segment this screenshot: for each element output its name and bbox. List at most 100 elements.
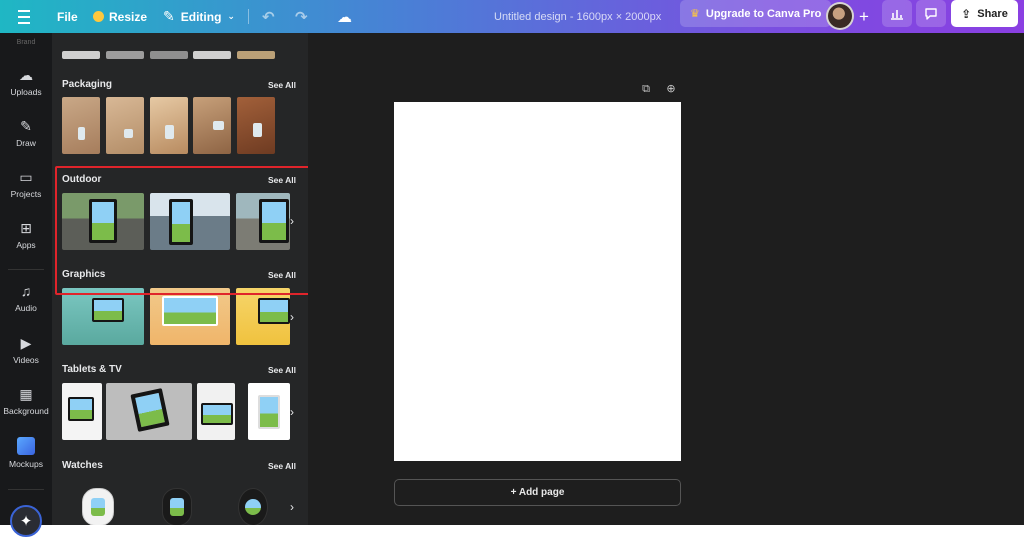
bar-chart-icon: [891, 9, 903, 20]
mockup-thumbnail[interactable]: [150, 51, 188, 59]
rail-item-apps[interactable]: ⊞ Apps: [0, 220, 52, 250]
graphics-thumbnail[interactable]: [62, 288, 144, 345]
editing-mode-button[interactable]: ✎ Editing ⌄: [163, 0, 235, 33]
share-label: Share: [977, 7, 1008, 20]
section-title-outdoor: Outdoor: [62, 174, 102, 185]
see-all-tablets-tv-link[interactable]: See All: [268, 365, 296, 375]
mockups-panel: Packaging See All Outdoor See All › Grap…: [52, 33, 308, 525]
editing-label: Editing: [180, 9, 222, 24]
save-status-button[interactable]: ☁: [337, 0, 352, 33]
avatar[interactable]: [826, 2, 854, 30]
packaging-thumbnail[interactable]: [106, 97, 144, 154]
duplicate-icon: ⧉: [642, 83, 650, 95]
cloud-save-icon: ☁: [337, 8, 352, 26]
packaging-thumbnail[interactable]: [62, 97, 100, 154]
plus-icon: +: [859, 6, 869, 26]
resize-button[interactable]: Resize: [93, 0, 147, 33]
mockup-thumbnail[interactable]: [106, 51, 144, 59]
see-all-packaging-link[interactable]: See All: [268, 80, 296, 90]
rail-divider: [8, 269, 44, 270]
graphics-thumbnail[interactable]: [150, 288, 230, 345]
video-play-icon: ▶: [20, 335, 32, 351]
redo-icon: ↷: [295, 8, 308, 26]
rail-item-label: Mockups: [8, 459, 43, 469]
rail-item-label: Apps: [16, 240, 36, 250]
redo-button[interactable]: ↷: [295, 0, 308, 33]
rail-item-background[interactable]: ▦ Background: [0, 386, 52, 416]
rail-item-label: Audio: [15, 303, 37, 313]
tablets-tv-next-arrow[interactable]: ›: [286, 405, 298, 419]
side-navigation-rail: Brand ☁ Uploads ✎ Draw ▭ Projects ⊞ Apps…: [0, 33, 52, 537]
insights-button[interactable]: [882, 0, 912, 27]
rail-item-projects[interactable]: ▭ Projects: [0, 169, 52, 199]
section-title-tablets-tv: Tablets & TV: [62, 364, 122, 375]
background-pattern-icon: ▦: [19, 386, 33, 402]
menu-button[interactable]: [18, 0, 32, 33]
outdoor-thumbnail[interactable]: [236, 193, 290, 250]
tablet-thumbnail[interactable]: [62, 383, 102, 440]
top-toolbar: File Resize ✎ Editing ⌄ ↶ ↷ ☁ Untitled d…: [0, 0, 1024, 33]
rail-item-draw[interactable]: ✎ Draw: [0, 118, 52, 148]
add-page-button[interactable]: + Add page: [394, 479, 681, 506]
hamburger-menu-icon: [18, 8, 30, 26]
comments-button[interactable]: [916, 0, 946, 27]
mockup-thumbnail[interactable]: [193, 51, 231, 59]
magic-assistant-button[interactable]: ✦: [10, 505, 42, 537]
rail-item-audio[interactable]: ♫ Audio: [0, 283, 52, 313]
outdoor-thumbnail[interactable]: [150, 193, 230, 250]
rail-divider: [8, 489, 44, 490]
file-menu-button[interactable]: File: [57, 0, 78, 33]
chevron-down-icon: ⌄: [227, 11, 235, 21]
design-canvas-page[interactable]: [394, 102, 681, 461]
section-title-watches: Watches: [62, 460, 103, 471]
undo-icon: ↶: [262, 8, 275, 26]
add-page-icon: ⊕: [666, 83, 676, 95]
graphics-next-arrow[interactable]: ›: [286, 310, 298, 324]
watch-thumbnail[interactable]: [162, 488, 192, 525]
graphics-thumbnail[interactable]: [236, 288, 290, 345]
upload-cloud-icon: ☁: [19, 67, 33, 83]
packaging-thumbnail[interactable]: [193, 97, 231, 154]
rail-item-label: Draw: [16, 138, 36, 148]
duplicate-page-button[interactable]: ⧉: [639, 82, 653, 96]
packaging-thumbnail[interactable]: [237, 97, 275, 154]
tv-thumbnail[interactable]: [197, 383, 235, 440]
share-button[interactable]: ⇪ Share: [951, 0, 1018, 27]
see-all-watches-link[interactable]: See All: [268, 461, 296, 471]
pen-icon: ✎: [20, 118, 32, 134]
mockup-thumbnail[interactable]: [62, 51, 100, 59]
add-page-icon-button[interactable]: ⊕: [664, 82, 678, 96]
document-title[interactable]: Untitled design - 1600px × 2000px: [494, 0, 661, 33]
upgrade-button[interactable]: ♛ Upgrade to Canva Pro: [680, 0, 832, 27]
crown-icon: ♛: [690, 8, 700, 20]
section-title-graphics: Graphics: [62, 269, 106, 280]
rail-item-videos[interactable]: ▶ Videos: [0, 335, 52, 365]
apps-grid-icon: ⊞: [20, 220, 32, 236]
rail-item-uploads[interactable]: ☁ Uploads: [0, 67, 52, 97]
upgrade-label: Upgrade to Canva Pro: [705, 7, 822, 20]
rail-item-label: Background: [3, 406, 49, 416]
outdoor-next-arrow[interactable]: ›: [286, 214, 298, 228]
music-note-icon: ♫: [20, 283, 32, 299]
invite-button[interactable]: +: [854, 0, 874, 33]
watch-thumbnail[interactable]: [238, 488, 268, 525]
folder-icon: ▭: [19, 169, 33, 185]
rail-item-mockups[interactable]: Mockups: [0, 437, 52, 469]
see-all-outdoor-link[interactable]: See All: [268, 175, 296, 185]
divider: [248, 9, 249, 24]
see-all-graphics-link[interactable]: See All: [268, 270, 296, 280]
outdoor-thumbnail[interactable]: [62, 193, 144, 250]
rail-item-brand-label[interactable]: Brand: [0, 39, 52, 46]
tablet-thumbnail[interactable]: [248, 383, 290, 440]
watch-thumbnail[interactable]: [82, 488, 114, 525]
crown-dot-icon: [93, 11, 104, 22]
rail-item-label: Videos: [13, 355, 39, 365]
upload-icon: ⇪: [961, 6, 972, 21]
watches-next-arrow[interactable]: ›: [286, 500, 298, 514]
packaging-thumbnail[interactable]: [150, 97, 188, 154]
undo-button[interactable]: ↶: [262, 0, 275, 33]
sparkle-icon: ✦: [19, 513, 33, 530]
tablet-thumbnail[interactable]: [106, 383, 192, 440]
rail-item-label: Projects: [10, 189, 42, 199]
mockup-thumbnail[interactable]: [237, 51, 275, 59]
